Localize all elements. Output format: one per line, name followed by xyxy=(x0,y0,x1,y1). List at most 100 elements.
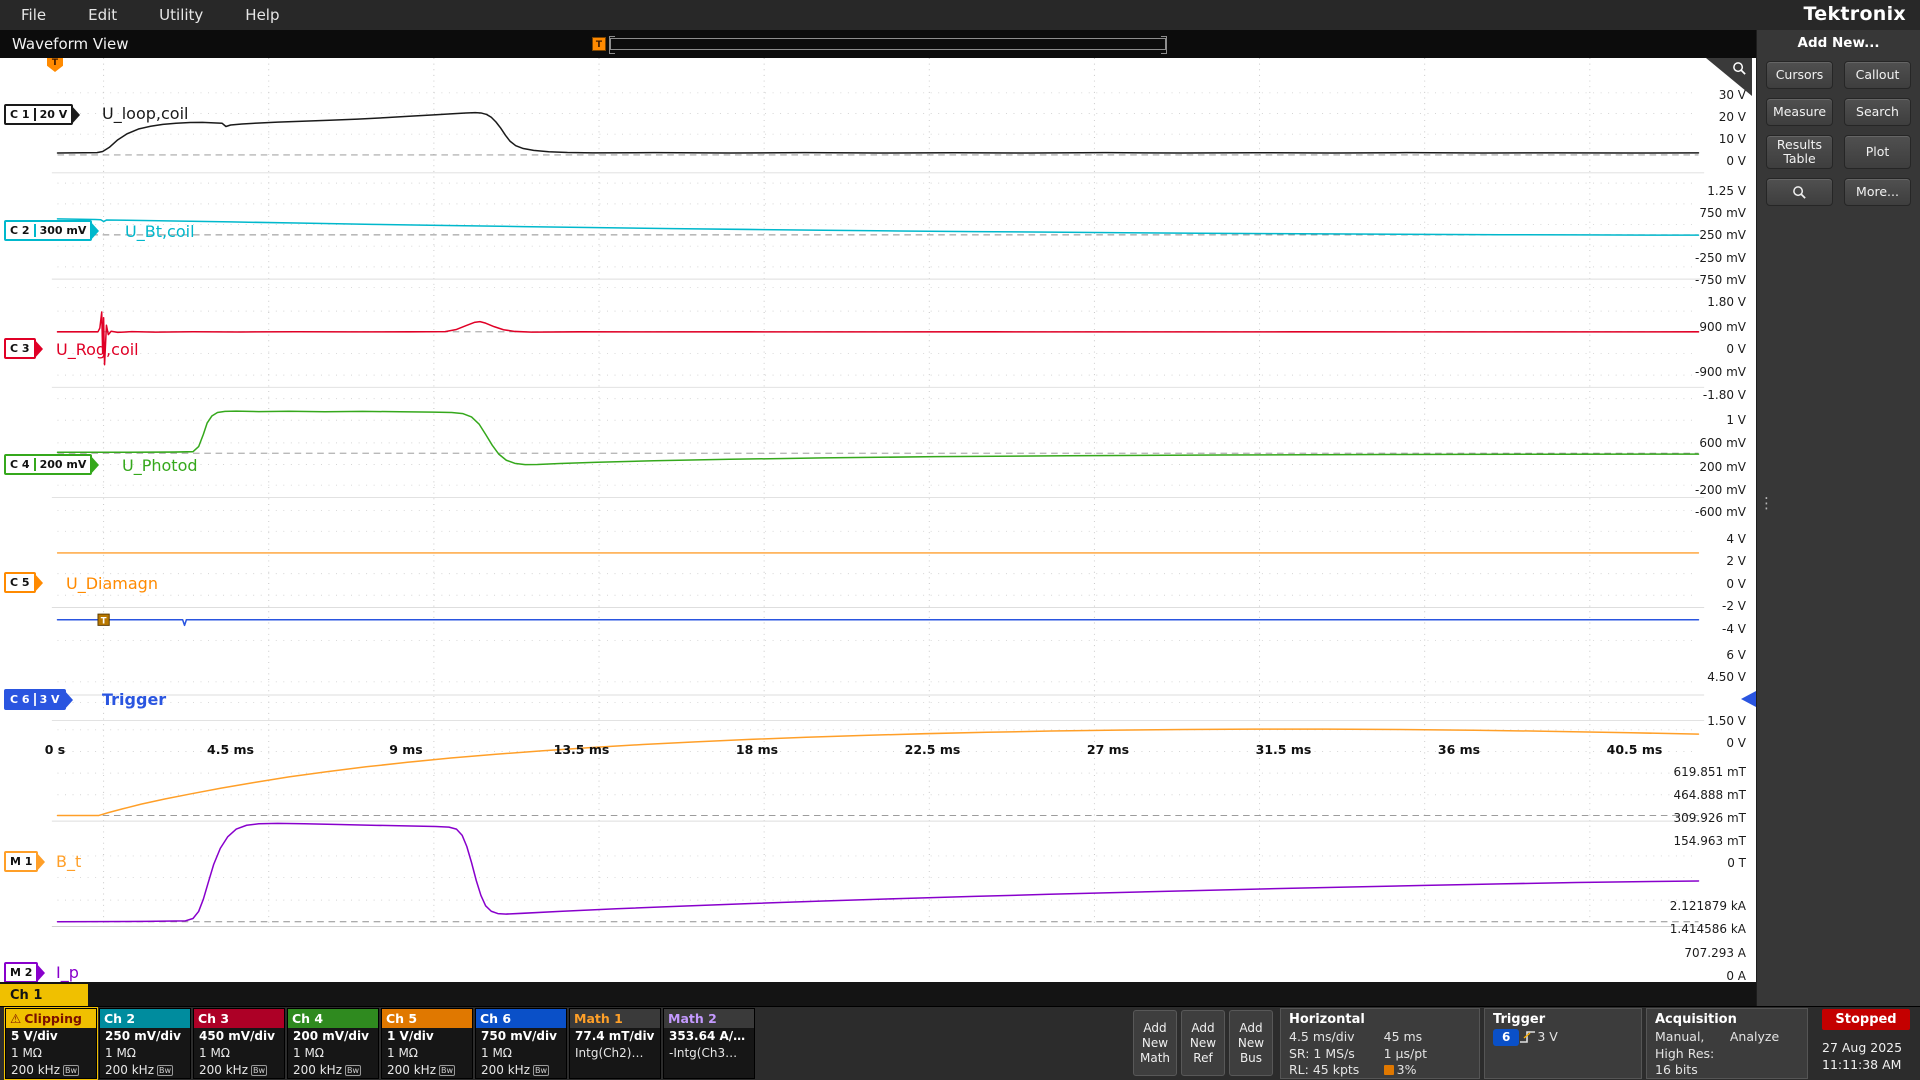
badge-row: 200 kHzBw xyxy=(194,1062,284,1079)
rp-button-more[interactable]: More... xyxy=(1844,178,1911,206)
menu-edit[interactable]: Edit xyxy=(67,6,138,24)
trace-label-ch5: U_Diamagn xyxy=(66,574,158,593)
add-new-ref-button[interactable]: AddNewRef xyxy=(1181,1010,1225,1076)
trace-label-m2: I_p xyxy=(56,963,79,982)
add-new-button-line: Math xyxy=(1140,1051,1170,1066)
panel-cell-left: High Res: 16 bits xyxy=(1655,1046,1730,1079)
trigger-position-indicator[interactable]: T xyxy=(592,37,606,51)
panel-cell-left: SR: 1 MS/s xyxy=(1289,1046,1384,1063)
run-status-section: Stopped 27 Aug 2025 11:11:38 AM xyxy=(1822,1009,1914,1073)
badge-header-label: Math 2 xyxy=(668,1011,717,1026)
panel-row: 4.5 ms/div45 ms xyxy=(1289,1029,1471,1046)
axis-label-ch1: 30 V xyxy=(1626,88,1746,102)
axis-label-m2: 0 A xyxy=(1626,969,1746,982)
channel-badge-c3[interactable]: C 3 xyxy=(4,338,36,359)
axis-label-ch3: 1.80 V xyxy=(1626,295,1746,309)
channel-badge-c1[interactable]: C 120 V xyxy=(4,104,73,125)
badge-header-label: Clipping xyxy=(24,1011,82,1026)
trigger-source-badge: 6 xyxy=(1493,1029,1519,1046)
channel-settings-badge-ch5[interactable]: Ch 51 V/div1 MΩ200 kHzBw xyxy=(381,1008,473,1079)
trace-u-photod xyxy=(58,411,1699,465)
axis-label-m2: 1.414586 kA xyxy=(1626,922,1746,936)
right-panel: Add New... CursorsCalloutMeasureSearchRe… xyxy=(1756,30,1920,1006)
axis-label-ch5: 4 V xyxy=(1626,532,1746,546)
rp-button-search[interactable]: Search xyxy=(1844,98,1911,126)
channel-badge-arrow xyxy=(90,221,99,241)
pan-zoom-bar[interactable] xyxy=(610,38,1166,50)
trigger-panel[interactable]: Trigger 6 3 V xyxy=(1484,1008,1642,1079)
axis-label-ch3: -1.80 V xyxy=(1626,388,1746,402)
axis-label-m2: 707.293 A xyxy=(1626,946,1746,960)
panel-cell-right: Analyze xyxy=(1730,1029,1779,1046)
trace-label-ch1: U_loop,coil xyxy=(102,104,188,123)
panel-cell-right: 3% xyxy=(1384,1062,1417,1079)
trigger-settings-row: 6 3 V xyxy=(1493,1029,1633,1046)
channel-badge-arrow xyxy=(64,690,73,710)
bottom-settings-bar: ⚠Clipping5 V/div1 MΩ200 kHzBwCh 2250 mV/… xyxy=(0,1006,1920,1080)
badge-row: 1 MΩ xyxy=(100,1045,190,1062)
menu-help[interactable]: Help xyxy=(224,6,300,24)
channel-settings-badge-m2[interactable]: Math 2353.64 A/…-Intg(Ch3… xyxy=(663,1008,755,1079)
badge-header-label: Ch 5 xyxy=(386,1011,417,1026)
channel-badge-m1[interactable]: M 1 xyxy=(4,851,38,872)
channel-badge-arrow xyxy=(71,105,80,125)
rp-button-zoom[interactable] xyxy=(1766,178,1833,206)
trace-label-ch6: Trigger xyxy=(102,690,166,709)
badge-header: Ch 5 xyxy=(382,1009,472,1028)
trigger-level-arrow[interactable] xyxy=(1741,691,1756,707)
channel-settings-badge-m1[interactable]: Math 177.4 mT/divIntg(Ch2)… xyxy=(569,1008,661,1079)
time-axis-label: 18 ms xyxy=(712,742,802,757)
axis-label-m1: 309.926 mT xyxy=(1626,811,1746,825)
active-channel-tab[interactable]: Ch 1 xyxy=(0,984,88,1006)
badge-header: Ch 4 xyxy=(288,1009,378,1028)
add-new-bus-button[interactable]: AddNewBus xyxy=(1229,1010,1273,1076)
channel-badge-id: C 5 xyxy=(6,576,34,589)
waveform-canvas[interactable]: T xyxy=(0,58,1756,982)
menu-utility[interactable]: Utility xyxy=(138,6,224,24)
rp-button-plot[interactable]: Plot xyxy=(1844,135,1911,169)
channel-settings-badge-ch1[interactable]: ⚠Clipping5 V/div1 MΩ200 kHzBw xyxy=(5,1008,97,1079)
axis-label-ch3: 900 mV xyxy=(1626,320,1746,334)
channel-badge-arrow xyxy=(36,963,45,983)
axis-label-ch2: 1.25 V xyxy=(1626,184,1746,198)
rp-button-cursors[interactable]: Cursors xyxy=(1766,61,1833,89)
menu-file[interactable]: File xyxy=(0,6,67,24)
badge-row: 200 mV/div xyxy=(288,1028,378,1045)
trigger-point-label: T xyxy=(101,616,107,626)
run-stop-button[interactable]: Stopped xyxy=(1822,1009,1910,1030)
channel-badge-c4[interactable]: C 4200 mV xyxy=(4,454,92,475)
add-new-math-button[interactable]: AddNewMath xyxy=(1133,1010,1177,1076)
rp-button-results-table[interactable]: Results Table xyxy=(1766,135,1833,169)
channel-badge-id: M 1 xyxy=(6,855,36,868)
channel-badge-c6[interactable]: C 63 V xyxy=(4,689,66,710)
badge-header: Math 2 xyxy=(664,1009,754,1028)
time-label: 11:11:38 AM xyxy=(1822,1056,1914,1073)
bandwidth-limit-icon: Bw xyxy=(439,1065,455,1076)
axis-label-m1: 464.888 mT xyxy=(1626,788,1746,802)
panel-cell-right: 45 ms xyxy=(1384,1029,1423,1046)
horizontal-panel[interactable]: Horizontal 4.5 ms/div45 msSR: 1 MS/s1 µs… xyxy=(1280,1008,1480,1079)
trace-trigger xyxy=(58,620,1699,626)
badge-row: 1 MΩ xyxy=(382,1045,472,1062)
axis-label-ch1: 10 V xyxy=(1626,132,1746,146)
channel-badge-c5[interactable]: C 5 xyxy=(4,572,36,593)
panel-row: RL: 45 kpts3% xyxy=(1289,1062,1471,1079)
panel-resize-handle[interactable]: ⋮ xyxy=(1759,500,1774,507)
axis-label-ch1: 0 V xyxy=(1626,154,1746,168)
channel-badge-m2[interactable]: M 2 xyxy=(4,962,38,982)
badge-header: Ch 6 xyxy=(476,1009,566,1028)
badge-header-label: Math 1 xyxy=(574,1011,623,1026)
panel-cell-left: Manual, xyxy=(1655,1029,1730,1046)
rp-button-measure[interactable]: Measure xyxy=(1766,98,1833,126)
axis-label-ch4: -200 mV xyxy=(1626,483,1746,497)
axis-label-ch4: 600 mV xyxy=(1626,436,1746,450)
channel-settings-badge-ch4[interactable]: Ch 4200 mV/div1 MΩ200 kHzBw xyxy=(287,1008,379,1079)
acquisition-panel[interactable]: Acquisition Manual,AnalyzeHigh Res: 16 b… xyxy=(1646,1008,1808,1079)
channel-settings-badge-ch6[interactable]: Ch 6750 mV/div1 MΩ200 kHzBw xyxy=(475,1008,567,1079)
acquisition-panel-title: Acquisition xyxy=(1655,1011,1799,1029)
rp-button-callout[interactable]: Callout xyxy=(1844,61,1911,89)
badge-row: 250 mV/div xyxy=(100,1028,190,1045)
channel-settings-badge-ch2[interactable]: Ch 2250 mV/div1 MΩ200 kHzBw xyxy=(99,1008,191,1079)
channel-badge-c2[interactable]: C 2300 mV xyxy=(4,220,92,241)
channel-settings-badge-ch3[interactable]: Ch 3450 mV/div1 MΩ200 kHzBw xyxy=(193,1008,285,1079)
